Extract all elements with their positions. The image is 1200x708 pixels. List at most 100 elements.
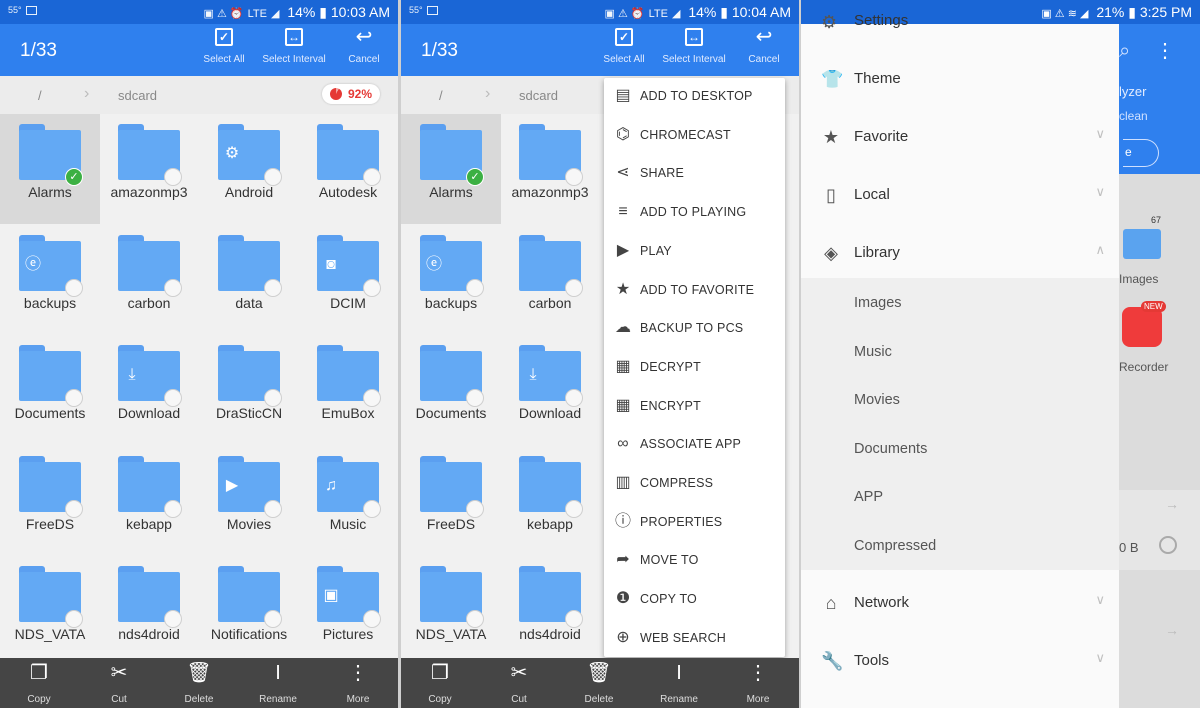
menu-item-play[interactable]: ▶ PLAY (604, 234, 785, 273)
folder-item[interactable]: Documents (0, 335, 100, 445)
star-icon: ★ (615, 280, 631, 298)
folder-item[interactable]: ✓ Alarms (401, 114, 501, 224)
layers-icon: ◈ (824, 243, 838, 263)
menu-item-add-to-desktop[interactable]: ▤ ADD TO DESKTOP (604, 79, 785, 118)
menu-item-add-to-playing[interactable]: ≡ ADD TO PLAYING (604, 195, 785, 234)
folder-item[interactable]: NDS_VATA (0, 556, 100, 666)
folder-item[interactable]: ♫ Music (298, 446, 398, 556)
library-item-documents[interactable]: Documents (854, 441, 927, 457)
folder-item[interactable]: carbon (500, 225, 600, 335)
rename-button[interactable]: I Rename (644, 662, 714, 705)
menu-item-share[interactable]: ⋖ SHARE (604, 156, 785, 195)
folder-item[interactable]: amazonmp3 (500, 114, 600, 224)
folder-item[interactable]: carbon (99, 225, 199, 335)
menu-item-web-search[interactable]: ⊕ WEB SEARCH (604, 621, 785, 660)
download-icon: ⤓ (128, 366, 136, 383)
library-item-music[interactable]: Music (854, 344, 892, 360)
folder-item[interactable]: kebapp (99, 446, 199, 556)
folder-item[interactable]: FreeDS (0, 446, 100, 556)
select-all-button[interactable]: ✓ Select All (584, 28, 664, 65)
folder-item[interactable]: ⚙ Android (199, 114, 299, 224)
delete-button[interactable]: 🗑 Delete (564, 662, 634, 705)
folder-name: Pictures (322, 626, 374, 642)
folder-icon (19, 566, 83, 628)
breadcrumb-sdcard[interactable]: sdcard (519, 88, 558, 103)
folder-item[interactable]: amazonmp3 (99, 114, 199, 224)
drawer-item-settings[interactable]: Settings (854, 12, 908, 29)
menu-item-add-to-favorite[interactable]: ★ ADD TO FAVORITE (604, 273, 785, 312)
folder-name: FreeDS (25, 515, 75, 532)
folder-item[interactable]: ▣ Pictures (298, 556, 398, 666)
new-badge: NEW (1141, 301, 1166, 312)
cancel-button[interactable]: ↩ Cancel (324, 27, 398, 65)
folder-name: Notifications (210, 626, 288, 642)
cancel-button[interactable]: ↩ Cancel (724, 27, 799, 65)
drawer-item-tools[interactable]: 🔧 Tools ∨ (801, 632, 1119, 690)
menu-item-encrypt[interactable]: ▦ ENCRYPT (604, 389, 785, 428)
folder-item[interactable]: ◙ DCIM (298, 225, 398, 335)
add-to-desktop-icon: ▤ (615, 87, 631, 104)
interval-icon: ↔ (685, 28, 703, 46)
folder-item[interactable]: ⤓ Download (500, 335, 600, 445)
copy-button[interactable]: ❐ Copy (405, 662, 475, 705)
library-item-images[interactable]: Images (854, 295, 902, 311)
folder-item[interactable]: NDS_VATA (401, 556, 501, 666)
chevron-down-icon: ∨ (1095, 184, 1105, 199)
menu-item-decrypt[interactable]: ▦ DECRYPT (604, 350, 785, 389)
more-button[interactable]: ⋮ More (723, 662, 793, 705)
select-interval-button[interactable]: ↔ Select Interval (654, 28, 734, 65)
chevron-down-icon: ∨ (1095, 650, 1105, 665)
drawer-item-favorite[interactable]: ★ Favorite ∨ (801, 108, 1119, 166)
lte-icon: LTE (247, 8, 267, 20)
folder-item[interactable]: data (199, 225, 299, 335)
rename-button[interactable]: I Rename (243, 662, 313, 705)
folder-item[interactable]: ⓔ backups (401, 225, 501, 335)
drawer-item-library[interactable]: ◈ Library ∧ (801, 224, 1119, 282)
menu-item-associate-app[interactable]: ∞ ASSOCIATE APP (604, 427, 785, 466)
folder-item[interactable]: nds4droid (99, 556, 199, 666)
status-icons: ▣ ⚠ ⏰ (604, 8, 645, 20)
breadcrumb-root[interactable]: / (38, 88, 42, 103)
breadcrumb-sdcard[interactable]: sdcard (118, 88, 157, 103)
menu-item-label: PROPERTIES (640, 514, 723, 529)
select-interval-button[interactable]: ↔ Select Interval (254, 28, 334, 65)
drawer-item-network[interactable]: ⌂ Network ∨ (801, 574, 1119, 632)
folder-item[interactable]: ⓔ backups (0, 225, 100, 335)
library-item-app[interactable]: APP (854, 489, 883, 505)
storage-usage-badge[interactable]: 92% (321, 84, 380, 104)
play-icon: ▶ (616, 241, 630, 259)
folder-item[interactable]: ⤓ Download (99, 335, 199, 445)
folder-item[interactable]: Autodesk (298, 114, 398, 224)
folder-item[interactable]: Notifications (199, 556, 299, 666)
more-button[interactable]: ⋮ More (323, 662, 393, 705)
menu-item-backup-to-pcs[interactable]: ☁ BACKUP TO PCS (604, 311, 785, 350)
menu-item-move-to[interactable]: ➦ MOVE TO (604, 543, 785, 582)
drawer-item-theme[interactable]: 👕 Theme (801, 50, 1119, 108)
folder-item[interactable]: FreeDS (401, 446, 501, 556)
select-all-button[interactable]: ✓ Select All (184, 28, 264, 65)
scissors-icon: ✂ (110, 662, 128, 684)
cut-button[interactable]: ✂ Cut (484, 662, 554, 705)
breadcrumb-root[interactable]: / (439, 88, 443, 103)
folder-item[interactable]: DraSticCN (199, 335, 299, 445)
folder-item[interactable]: ▶ Movies (199, 446, 299, 556)
cut-button[interactable]: ✂ Cut (84, 662, 154, 705)
delete-button[interactable]: 🗑 Delete (164, 662, 234, 705)
folder-item[interactable]: kebapp (500, 446, 600, 556)
menu-item-properties[interactable]: ⓘ PROPERTIES (604, 505, 785, 544)
folder-item[interactable]: Documents (401, 335, 501, 445)
folder-item[interactable]: EmuBox (298, 335, 398, 445)
menu-item-compress[interactable]: ▥ COMPRESS (604, 466, 785, 505)
drawer-item-local[interactable]: ▯ Local ∨ (801, 166, 1119, 224)
folder-item[interactable]: ✓ Alarms (0, 114, 100, 224)
library-item-movies[interactable]: Movies (854, 392, 900, 408)
library-item-compressed[interactable]: Compressed (854, 538, 936, 554)
menu-item-copy-to[interactable]: ❶ COPY TO (604, 582, 785, 621)
folder-item[interactable]: nds4droid (500, 556, 600, 666)
checkbox-icon: ✓ (215, 28, 233, 46)
checkbox-icon: ✓ (615, 28, 633, 46)
folder-icon (519, 455, 583, 518)
menu-item-chromecast[interactable]: ⌬ CHROMECAST (604, 118, 785, 157)
copy-button[interactable]: ❐ Copy (4, 662, 74, 705)
gear-icon: ⚙ (821, 12, 838, 32)
